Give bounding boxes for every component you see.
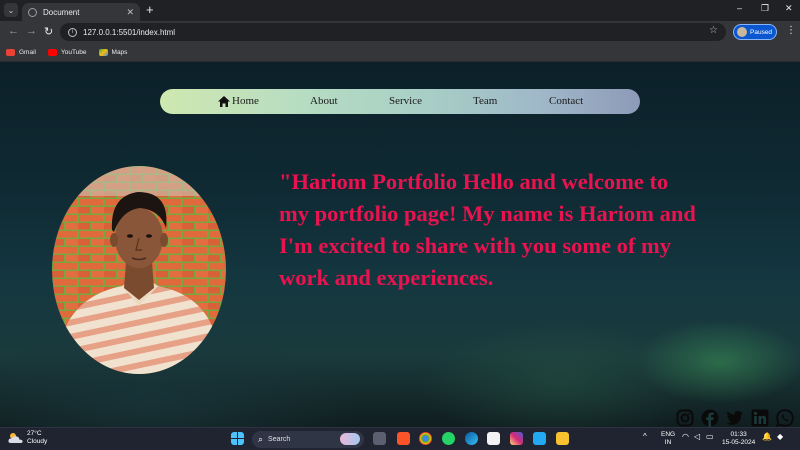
weather-widget[interactable]: 27°C Cloudy [8, 430, 47, 446]
notification-bell-icon[interactable]: 🔔 [762, 432, 772, 441]
whatsapp-icon[interactable] [776, 409, 794, 427]
youtube-icon [47, 48, 57, 56]
back-arrow-icon[interactable]: ← [8, 25, 19, 37]
globe-icon [28, 7, 37, 17]
brave-icon[interactable] [397, 432, 410, 445]
bookmark-gmail[interactable]: Gmail [6, 48, 36, 56]
bookmarks-bar: Gmail YouTube Maps [0, 43, 800, 62]
nav-home[interactable]: Home [218, 95, 259, 107]
file-explorer-icon[interactable] [556, 432, 569, 445]
windows-start-icon[interactable] [231, 432, 244, 445]
close-window-button[interactable]: ✕ [785, 3, 793, 14]
hero-intro-text: "Hariom Portfolio Hello and welcome to m… [279, 169, 696, 290]
nav-team[interactable]: Team [473, 95, 497, 107]
linkedin-icon[interactable] [751, 409, 769, 427]
tab-close-icon[interactable]: ✕ [126, 7, 134, 18]
volume-icon[interactable]: ◁ [694, 432, 700, 441]
gmail-icon [6, 48, 15, 56]
tab-search-button[interactable]: ⌄ [4, 3, 18, 17]
system-clock[interactable]: 01:33 15-05-2024 [722, 431, 755, 447]
browser-tab[interactable]: Document ✕ [22, 3, 140, 21]
search-highlight-icon [340, 433, 360, 445]
restore-button[interactable]: ❐ [761, 3, 769, 14]
site-info-icon[interactable]: i [68, 27, 77, 37]
home-icon [218, 95, 230, 107]
new-tab-button[interactable]: + [146, 2, 154, 17]
vscode-icon[interactable] [533, 432, 546, 445]
maps-icon [98, 48, 108, 56]
bookmark-maps[interactable]: Maps [98, 48, 128, 56]
profile-photo [52, 166, 226, 374]
instagram-taskbar-icon[interactable] [510, 432, 523, 445]
clock-date: 15-05-2024 [722, 439, 756, 446]
language-code: ENG [661, 431, 676, 438]
taskbar-search[interactable]: ⌕ Search [252, 431, 364, 448]
instagram-icon[interactable] [676, 409, 694, 427]
clock-time: 01:33 [730, 431, 747, 438]
nav-home-label: Home [232, 95, 259, 107]
minimize-button[interactable]: – [737, 3, 742, 13]
profile-photo-art [52, 166, 226, 374]
task-view-icon[interactable] [373, 432, 386, 445]
battery-icon[interactable]: ▭ [706, 432, 714, 441]
language-indicator[interactable]: ENG IN [661, 431, 675, 447]
browser-toolbar: ← → ↻ i 127.0.0.1:5501/index.html ☆ Paus… [0, 21, 800, 43]
site-navbar: Home About Service Team Contact [160, 89, 640, 114]
facebook-icon[interactable] [701, 409, 719, 427]
reload-icon[interactable]: ↻ [44, 25, 53, 38]
profile-avatar [737, 27, 747, 37]
profile-status: Paused [750, 28, 773, 36]
chrome-icon[interactable] [419, 432, 432, 445]
profile-button[interactable]: Paused [733, 24, 777, 40]
tray-chevron-icon[interactable]: ^ [643, 432, 647, 441]
tab-title: Document [43, 7, 80, 17]
nav-contact[interactable]: Contact [549, 95, 583, 107]
cloud-icon [8, 433, 23, 443]
address-url: 127.0.0.1:5501/index.html [83, 27, 176, 37]
weather-temp: 27°C [27, 430, 42, 437]
bookmark-label: Maps [111, 48, 128, 56]
address-bar[interactable]: i 127.0.0.1:5501/index.html ☆ [60, 23, 726, 41]
page-viewport: Home About Service Team Contact "Hariom … [0, 62, 800, 427]
whatsapp-taskbar-icon[interactable] [442, 432, 455, 445]
edge-icon[interactable] [465, 432, 478, 445]
bookmark-label: Gmail [19, 48, 36, 56]
forward-arrow-icon[interactable]: → [26, 25, 37, 37]
wifi-icon[interactable]: ◠ [682, 432, 689, 441]
nav-about[interactable]: About [310, 95, 338, 107]
social-links [676, 409, 794, 427]
nav-service[interactable]: Service [389, 95, 422, 107]
region-code: IN [664, 439, 672, 446]
os-taskbar: 27°C Cloudy ⌕ Search ^ ENG IN ◠ ◁ ▭ 01:3… [0, 427, 800, 450]
menu-kebab-icon[interactable]: ⋮ [786, 25, 796, 36]
weather-desc: Cloudy [27, 438, 48, 445]
search-label: Search [268, 436, 291, 443]
bookmark-youtube[interactable]: YouTube [47, 48, 87, 56]
copilot-icon[interactable]: ◆ [777, 432, 783, 441]
bookmark-label: YouTube [60, 48, 87, 56]
bookmark-star-icon[interactable]: ☆ [709, 25, 718, 36]
store-icon[interactable] [487, 432, 500, 445]
twitter-icon[interactable] [726, 409, 744, 427]
search-icon: ⌕ [258, 434, 264, 444]
browser-tab-bar: ⌄ Document ✕ + – ❐ ✕ [0, 0, 800, 21]
